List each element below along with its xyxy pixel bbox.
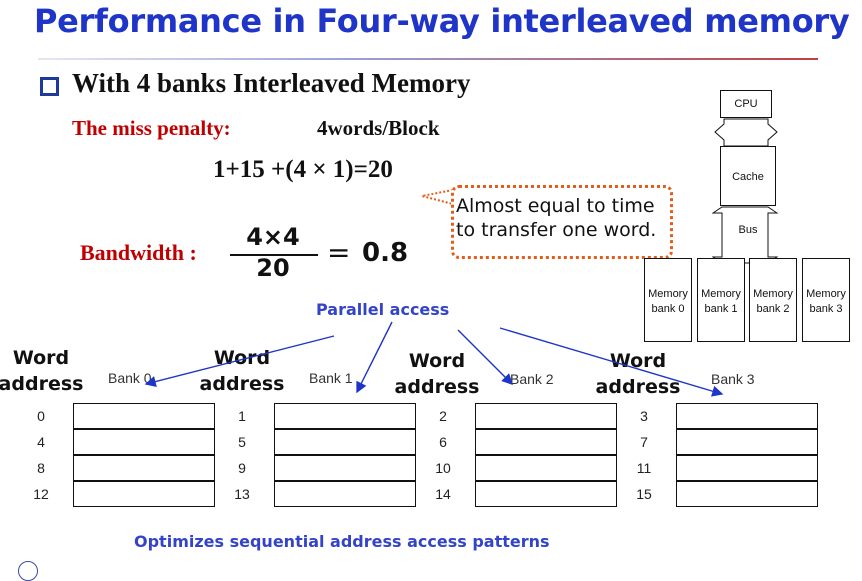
memory-bank-2-line1: Memory <box>753 288 793 300</box>
bullet-square-icon <box>40 77 59 96</box>
bank-1-word-cell <box>274 481 416 507</box>
memory-bank-0-line1: Memory <box>648 288 688 300</box>
address-value: 7 <box>640 434 648 450</box>
bank-1-word-cell <box>274 455 416 481</box>
miss-penalty-label: The miss penalty: <box>72 116 231 140</box>
address-value: 12 <box>33 486 49 502</box>
address-value: 2 <box>439 408 447 424</box>
bank-0-word-cell <box>73 403 215 429</box>
address-value: 14 <box>435 486 451 502</box>
address-value: 8 <box>37 460 45 476</box>
bandwidth-label: Bandwidth : <box>80 240 197 265</box>
bank-2-word-cell <box>475 455 617 481</box>
bank-2-label: Bank 2 <box>510 371 554 387</box>
address-value: 0 <box>37 408 45 424</box>
memory-bank-1-line2: bank 1 <box>704 303 738 315</box>
bank-3-word-cell <box>676 403 818 429</box>
word-label: Word <box>408 350 466 372</box>
memory-bank-1-box: Memory bank 1 <box>697 258 745 342</box>
arrow-to-bank-1 <box>356 321 393 394</box>
optimizes-note: Optimizes sequential address access patt… <box>134 532 550 551</box>
address-value: 15 <box>636 486 652 502</box>
word-label: Word <box>609 350 667 372</box>
cpu-box: CPU <box>720 90 772 118</box>
word-address-heading-2: Word address <box>394 348 480 400</box>
cache-box: Cache <box>720 146 776 206</box>
memory-bank-0-box: Memory bank 0 <box>644 258 692 342</box>
memory-bank-2-box: Memory bank 2 <box>749 258 797 342</box>
address-label: address <box>199 373 285 395</box>
memory-bank-1-line1: Memory <box>701 288 741 300</box>
page-title: Performance in Four-way interleaved memo… <box>34 2 850 40</box>
bank-2-word-cell <box>475 481 617 507</box>
word-label: Word <box>213 347 271 369</box>
memory-bank-3-line2: bank 3 <box>809 303 843 315</box>
miss-penalty-formula: 1+15 +(4 × 1)=20 <box>213 156 393 183</box>
university-logo-icon <box>18 561 38 581</box>
bank-0-label: Bank 0 <box>108 370 152 386</box>
bank-1-word-cell <box>274 403 416 429</box>
memory-bank-3-box: Memory bank 3 <box>802 258 850 342</box>
bank-3-word-cell <box>676 429 818 455</box>
bank-0-word-cell <box>73 455 215 481</box>
word-address-heading-0: Word address <box>0 345 84 397</box>
memory-bank-2-line2: bank 2 <box>756 303 790 315</box>
bank-0-word-cell <box>73 429 215 455</box>
address-label: address <box>394 376 480 398</box>
word-address-heading-3: Word address <box>595 348 681 400</box>
word-label: Word <box>12 347 70 369</box>
word-address-heading-1: Word address <box>199 345 285 397</box>
bank-1-label: Bank 1 <box>309 370 353 386</box>
address-label: address <box>0 373 84 395</box>
bandwidth-equals: = <box>327 236 351 269</box>
bullet-heading: With 4 banks Interleaved Memory <box>72 68 471 98</box>
address-value: 1 <box>238 408 246 424</box>
bank-3-label: Bank 3 <box>711 371 755 387</box>
address-value: 10 <box>435 460 451 476</box>
miss-penalty-value: 4words/Block <box>317 116 440 140</box>
bank-3-word-cell <box>676 455 818 481</box>
bank-0-word-cell <box>73 481 215 507</box>
bandwidth-denominator: 20 <box>256 254 290 282</box>
bank-1-word-cell <box>274 429 416 455</box>
address-value: 9 <box>238 460 246 476</box>
bus-label: Bus <box>738 224 758 236</box>
bank-2-word-cell <box>475 403 617 429</box>
bandwidth-result: 0.8 <box>362 238 409 268</box>
cpu-cache-link <box>714 118 778 147</box>
bandwidth-numerator: 4×4 <box>246 223 300 251</box>
address-value: 4 <box>37 434 45 450</box>
bank-2-word-cell <box>475 429 617 455</box>
address-value: 6 <box>439 434 447 450</box>
address-value: 13 <box>234 486 250 502</box>
memory-bank-3-line1: Memory <box>806 288 846 300</box>
parallel-access-label: Parallel access <box>316 300 450 319</box>
bank-3-word-cell <box>676 481 818 507</box>
title-divider <box>38 58 818 60</box>
address-value: 3 <box>640 408 648 424</box>
callout-text: Almost equal to time to transfer one wor… <box>456 195 657 241</box>
memory-bank-0-line2: bank 0 <box>651 303 685 315</box>
address-value: 5 <box>238 434 246 450</box>
address-label: address <box>595 376 681 398</box>
address-value: 11 <box>636 460 652 476</box>
